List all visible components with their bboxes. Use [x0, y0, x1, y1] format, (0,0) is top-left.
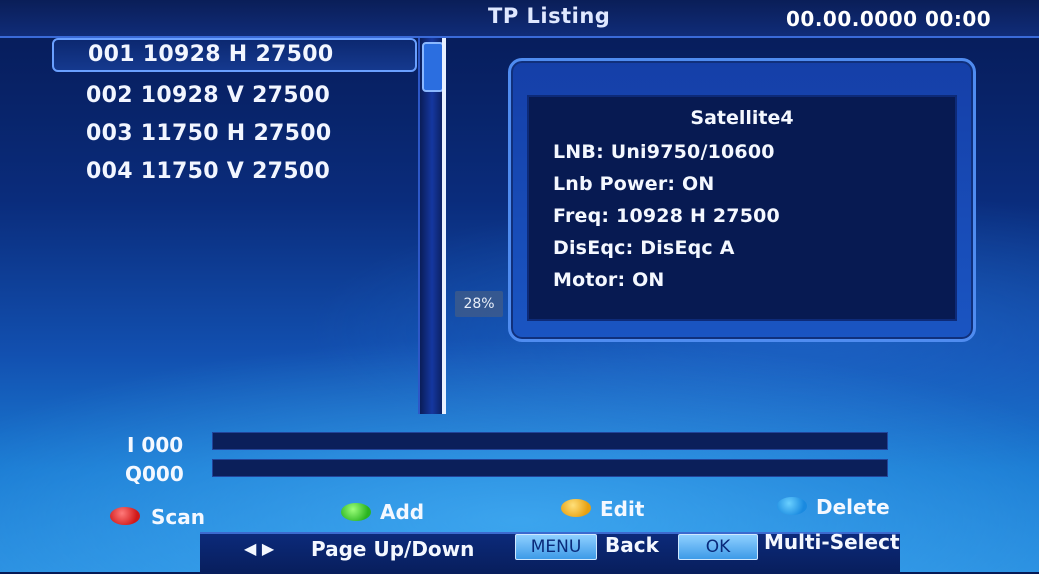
signal-i-label: I 000 [127, 433, 184, 457]
left-right-arrows-icon: ◀ ▶ [244, 539, 275, 558]
back-hint: Back [605, 533, 659, 557]
transponder-info-panel: Satellite4 LNB: Uni9750/10600 Lnb Power:… [508, 58, 976, 342]
signal-q-meter [212, 459, 888, 477]
diseqc-info: DisEqc: DisEqc A [553, 237, 735, 259]
blue-key-icon [777, 497, 807, 515]
page-title: TP Listing [488, 4, 611, 28]
transponder-row-selected[interactable]: 001 10928 H 27500 [52, 38, 417, 72]
progress-badge: 28% [455, 291, 503, 317]
edit-key-label[interactable]: Edit [600, 497, 644, 521]
scan-key-label[interactable]: Scan [151, 505, 205, 529]
transponder-row[interactable]: 004 11750 V 27500 [52, 154, 417, 192]
frequency-info: Freq: 10928 H 27500 [553, 205, 780, 227]
page-up-down-hint: Page Up/Down [311, 537, 475, 561]
list-scrollbar[interactable] [418, 38, 444, 414]
lnb-info: LNB: Uni9750/10600 [553, 141, 775, 163]
signal-q-label: Q000 [125, 462, 184, 486]
add-key-label[interactable]: Add [380, 500, 424, 524]
yellow-key-icon [561, 499, 591, 517]
transponder-label: 001 10928 H 27500 [88, 42, 334, 67]
panel-divider [442, 38, 446, 414]
transponder-label: 002 10928 V 27500 [86, 83, 331, 108]
delete-key-label[interactable]: Delete [816, 495, 890, 519]
signal-i-meter [212, 432, 888, 450]
transponder-row[interactable]: 002 10928 V 27500 [52, 78, 417, 116]
ok-key[interactable]: OK [678, 534, 758, 560]
title-bar: TP Listing 00.00.0000 00:00 [0, 0, 1039, 38]
red-key-icon [110, 507, 140, 525]
satellite-name: Satellite4 [690, 107, 794, 129]
transponder-list: 001 10928 H 27500 002 10928 V 27500 003 … [52, 38, 417, 192]
transponder-label: 003 11750 H 27500 [86, 121, 332, 146]
scrollbar-thumb[interactable] [422, 42, 444, 92]
transponder-row[interactable]: 003 11750 H 27500 [52, 116, 417, 154]
lnb-power-info: Lnb Power: ON [553, 173, 715, 195]
multi-select-hint: Multi-Select [764, 530, 900, 554]
menu-key[interactable]: MENU [515, 534, 597, 560]
datetime-display: 00.00.0000 00:00 [786, 7, 992, 31]
motor-info: Motor: ON [553, 269, 665, 291]
green-key-icon [341, 503, 371, 521]
transponder-label: 004 11750 V 27500 [86, 159, 331, 184]
info-content: Satellite4 LNB: Uni9750/10600 Lnb Power:… [527, 95, 957, 321]
